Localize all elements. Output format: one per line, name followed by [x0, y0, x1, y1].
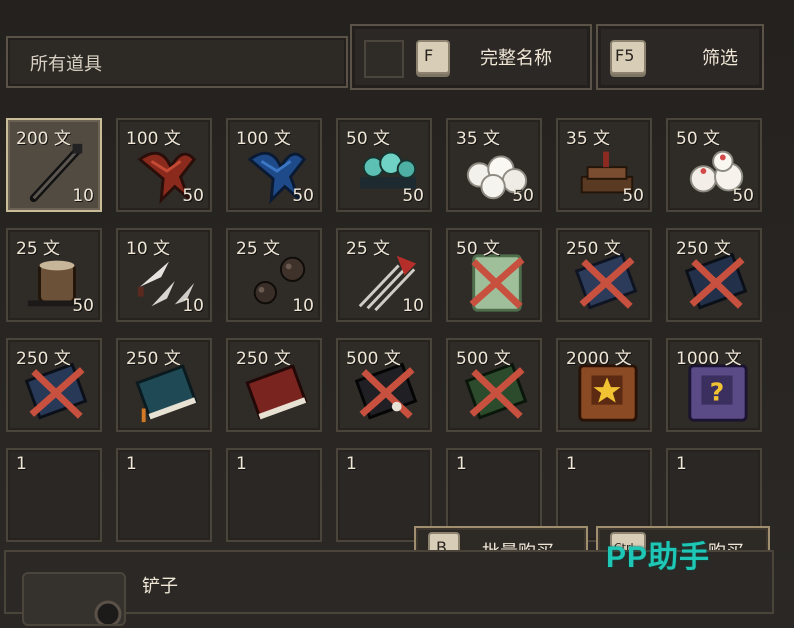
empty-slot[interactable]: 1 — [226, 448, 322, 542]
empty-slot[interactable]: 1 — [116, 448, 212, 542]
item-quantity: 50 — [402, 186, 424, 206]
svg-text:?: ? — [710, 378, 725, 407]
shovel-icon — [94, 600, 122, 628]
item-price: 1 — [236, 454, 247, 474]
item-price: 250 文 — [16, 349, 71, 369]
detail-thumbnail — [22, 572, 126, 628]
item-price: 1000 文 — [676, 349, 742, 369]
item-quantity: 10 — [402, 296, 424, 316]
item-price: 1 — [346, 454, 357, 474]
detail-item-name: 铲子 — [142, 576, 178, 597]
item-price: 50 文 — [346, 129, 391, 149]
item-price: 35 文 — [566, 129, 611, 149]
item-price: 1 — [566, 454, 577, 474]
item-price: 250 文 — [566, 239, 621, 259]
item-slot[interactable]: 35 文 50 — [446, 118, 542, 212]
item-slot[interactable]: 200 文 10 — [6, 118, 102, 212]
empty-slot[interactable]: 1 — [6, 448, 102, 542]
item-slot[interactable]: 2000 文 — [556, 338, 652, 432]
item-slot[interactable]: 250 文 — [226, 338, 322, 432]
category-label: 所有道具 — [30, 54, 102, 75]
item-price: 1 — [456, 454, 467, 474]
item-price: 25 文 — [16, 239, 61, 259]
item-slot[interactable]: 25 文 10 — [336, 228, 432, 322]
key-f-icon: F — [416, 40, 450, 74]
item-quantity: 10 — [182, 296, 204, 316]
item-slot[interactable]: 250 文 — [666, 228, 762, 322]
top-bar: 所有道具 F 完整名称 F5 筛选 — [0, 22, 794, 94]
item-price: 250 文 — [236, 349, 291, 369]
key-f5-icon: F5 — [610, 40, 646, 74]
item-slot[interactable]: 250 文 — [116, 338, 212, 432]
item-slot[interactable]: 250 文 — [556, 228, 652, 322]
filter-label: 筛选 — [702, 48, 738, 69]
filter-button[interactable]: F5 筛选 — [596, 24, 764, 90]
item-slot[interactable]: 250 文 — [6, 338, 102, 432]
item-slot[interactable]: 50 文 50 — [666, 118, 762, 212]
item-slot[interactable]: 500 文 — [336, 338, 432, 432]
item-price: 200 文 — [16, 129, 71, 149]
item-price: 250 文 — [676, 239, 731, 259]
item-slot[interactable]: 10 文 10 — [116, 228, 212, 322]
item-quantity: 50 — [72, 296, 94, 316]
item-price: 1 — [126, 454, 137, 474]
item-slot[interactable]: 35 文 50 — [556, 118, 652, 212]
item-price: 50 文 — [676, 129, 721, 149]
item-slot[interactable]: 25 文 50 — [6, 228, 102, 322]
item-slot[interactable]: ? 1000 文 — [666, 338, 762, 432]
item-quantity: 10 — [72, 186, 94, 206]
item-price: 500 文 — [346, 349, 401, 369]
item-price: 100 文 — [236, 129, 291, 149]
category-box[interactable]: 所有道具 — [6, 36, 348, 88]
item-quantity: 10 — [292, 296, 314, 316]
item-price: 50 文 — [456, 239, 501, 259]
item-slot[interactable]: 50 文 50 — [336, 118, 432, 212]
item-price: 25 文 — [236, 239, 281, 259]
item-quantity: 50 — [512, 186, 534, 206]
item-price: 10 文 — [126, 239, 171, 259]
item-price: 1 — [16, 454, 27, 474]
item-slot[interactable]: 100 文 50 — [116, 118, 212, 212]
item-slot[interactable]: 100 文 50 — [226, 118, 322, 212]
item-quantity: 50 — [182, 186, 204, 206]
item-slot[interactable]: 25 文 10 — [226, 228, 322, 322]
item-price: 1 — [676, 454, 687, 474]
item-price: 250 文 — [126, 349, 181, 369]
item-slot[interactable]: 500 文 — [446, 338, 542, 432]
item-quantity: 50 — [622, 186, 644, 206]
item-slot[interactable]: 50 文 — [446, 228, 542, 322]
item-quantity: 50 — [292, 186, 314, 206]
full-name-toggle[interactable]: F 完整名称 — [350, 24, 592, 90]
item-price: 500 文 — [456, 349, 511, 369]
item-quantity: 50 — [732, 186, 754, 206]
item-price: 2000 文 — [566, 349, 632, 369]
watermark-logo: PP助手 — [606, 541, 711, 574]
item-price: 25 文 — [346, 239, 391, 259]
item-price: 35 文 — [456, 129, 501, 149]
checkbox[interactable] — [364, 40, 404, 78]
item-price: 100 文 — [126, 129, 181, 149]
full-name-label: 完整名称 — [480, 48, 552, 69]
